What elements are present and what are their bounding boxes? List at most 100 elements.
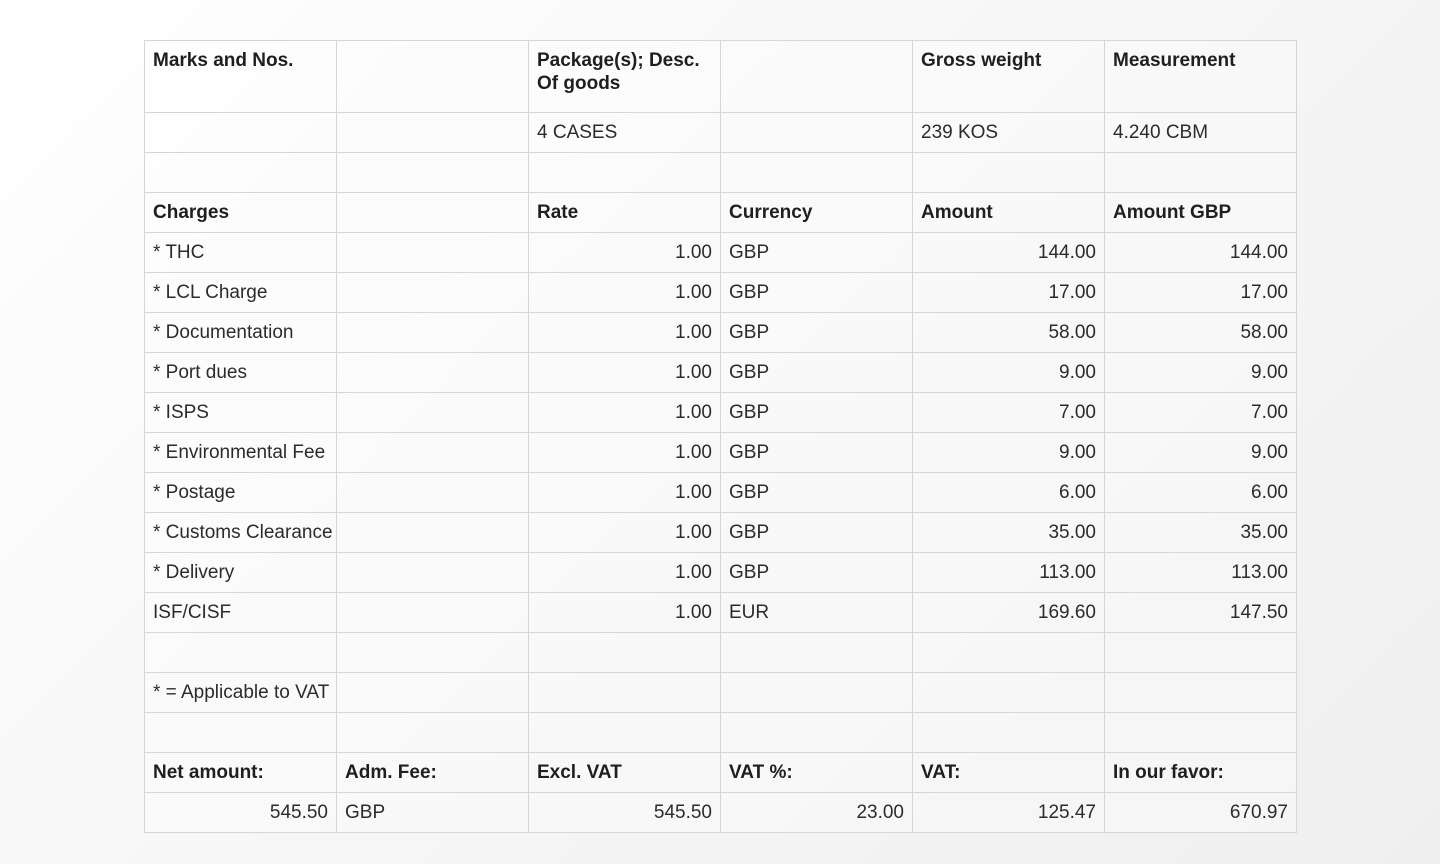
charge-rate: 1.00 <box>528 552 721 593</box>
charge-amount-gbp: 6.00 <box>1104 472 1297 513</box>
invoice-sheet: Marks and Nos. Package(s); Desc. Of good… <box>144 40 1297 833</box>
packages-value: 4 CASES <box>528 112 721 153</box>
empty-cell <box>336 312 529 353</box>
vat-header: VAT: <box>912 752 1105 793</box>
net-amount-header: Net amount: <box>144 752 337 793</box>
amount-gbp-header: Amount GBP <box>1104 192 1297 233</box>
charge-amount: 6.00 <box>912 472 1105 513</box>
charge-currency: EUR <box>720 592 913 633</box>
charge-name: * Postage <box>144 472 337 513</box>
charge-rate: 1.00 <box>528 432 721 473</box>
charge-amount: 9.00 <box>912 432 1105 473</box>
vat-value: 125.47 <box>912 792 1105 833</box>
vat-note: * = Applicable to VAT <box>144 672 337 713</box>
measurement-value: 4.240 CBM <box>1104 112 1297 153</box>
empty-cell <box>336 112 529 153</box>
vat-percent-header: VAT %: <box>720 752 913 793</box>
charge-rate: 1.00 <box>528 312 721 353</box>
amount-header: Amount <box>912 192 1105 233</box>
net-amount-value: 545.50 <box>144 792 337 833</box>
charge-amount-gbp: 9.00 <box>1104 352 1297 393</box>
measurement-header: Measurement <box>1104 40 1297 113</box>
charge-amount-gbp: 144.00 <box>1104 232 1297 273</box>
charge-currency: GBP <box>720 472 913 513</box>
empty-cell <box>336 552 529 593</box>
charge-rate: 1.00 <box>528 232 721 273</box>
empty-cell <box>336 272 529 313</box>
charge-currency: GBP <box>720 312 913 353</box>
invoice-table: Marks and Nos. Package(s); Desc. Of good… <box>144 40 1297 833</box>
charge-amount-gbp: 147.50 <box>1104 592 1297 633</box>
charge-amount-gbp: 9.00 <box>1104 432 1297 473</box>
shipment-header-row: Marks and Nos. Package(s); Desc. Of good… <box>144 40 1297 113</box>
empty-cell <box>336 592 529 633</box>
charge-amount: 9.00 <box>912 352 1105 393</box>
marks-header: Marks and Nos. <box>144 40 337 113</box>
charge-currency: GBP <box>720 352 913 393</box>
empty-cell <box>720 40 913 113</box>
charge-currency: GBP <box>720 392 913 433</box>
charge-name: * Environmental Fee <box>144 432 337 473</box>
charge-currency: GBP <box>720 232 913 273</box>
in-our-favor-value: 670.97 <box>1104 792 1297 833</box>
empty-cell <box>336 432 529 473</box>
charge-name: ISF/CISF <box>144 592 337 633</box>
charge-amount: 17.00 <box>912 272 1105 313</box>
in-our-favor-header: In our favor: <box>1104 752 1297 793</box>
charge-amount-gbp: 35.00 <box>1104 512 1297 553</box>
vat-note-row: * = Applicable to VAT <box>144 672 1297 713</box>
empty-cell <box>336 232 529 273</box>
vat-percent-value: 23.00 <box>720 792 913 833</box>
charge-rate: 1.00 <box>528 392 721 433</box>
excl-vat-header: Excl. VAT <box>528 752 721 793</box>
charge-row: * Port dues 1.00 GBP 9.00 9.00 <box>144 352 1297 393</box>
shipment-values-row: 4 CASES 239 KOS 4.240 CBM <box>144 112 1297 153</box>
charge-amount-gbp: 7.00 <box>1104 392 1297 433</box>
charge-name: * Customs Clearance <box>144 512 337 553</box>
charge-name: * Documentation <box>144 312 337 353</box>
charge-currency: GBP <box>720 432 913 473</box>
charge-amount: 35.00 <box>912 512 1105 553</box>
currency-header: Currency <box>720 192 913 233</box>
charge-row: ISF/CISF 1.00 EUR 169.60 147.50 <box>144 592 1297 633</box>
charge-amount-gbp: 17.00 <box>1104 272 1297 313</box>
charge-row: * LCL Charge 1.00 GBP 17.00 17.00 <box>144 272 1297 313</box>
empty-cell <box>336 40 529 113</box>
charge-amount-gbp: 113.00 <box>1104 552 1297 593</box>
empty-cell <box>336 512 529 553</box>
charge-currency: GBP <box>720 552 913 593</box>
charge-amount: 58.00 <box>912 312 1105 353</box>
charge-amount: 169.60 <box>912 592 1105 633</box>
charge-row: * Postage 1.00 GBP 6.00 6.00 <box>144 472 1297 513</box>
charge-rate: 1.00 <box>528 272 721 313</box>
empty-cell <box>336 192 529 233</box>
empty-cell <box>336 352 529 393</box>
charge-amount: 7.00 <box>912 392 1105 433</box>
gross-weight-value: 239 KOS <box>912 112 1105 153</box>
charge-row: * Documentation 1.00 GBP 58.00 58.00 <box>144 312 1297 353</box>
charge-name: * Port dues <box>144 352 337 393</box>
adm-fee-value: GBP <box>336 792 529 833</box>
packages-header: Package(s); Desc. Of goods <box>528 40 721 113</box>
charge-currency: GBP <box>720 272 913 313</box>
totals-header-row: Net amount: Adm. Fee: Excl. VAT VAT %: V… <box>144 752 1297 793</box>
charge-row: * ISPS 1.00 GBP 7.00 7.00 <box>144 392 1297 433</box>
charge-amount: 144.00 <box>912 232 1105 273</box>
charge-name: * LCL Charge <box>144 272 337 313</box>
charge-name: * THC <box>144 232 337 273</box>
charge-row: * Delivery 1.00 GBP 113.00 113.00 <box>144 552 1297 593</box>
gross-weight-header: Gross weight <box>912 40 1105 113</box>
charges-header: Charges <box>144 192 337 233</box>
charge-row: * Customs Clearance 1.00 GBP 35.00 35.00 <box>144 512 1297 553</box>
charges-header-row: Charges Rate Currency Amount Amount GBP <box>144 192 1297 233</box>
charge-amount-gbp: 58.00 <box>1104 312 1297 353</box>
charge-rate: 1.00 <box>528 512 721 553</box>
charge-amount: 113.00 <box>912 552 1105 593</box>
totals-values-row: 545.50 GBP 545.50 23.00 125.47 670.97 <box>144 792 1297 833</box>
charge-rate: 1.00 <box>528 352 721 393</box>
empty-cell <box>144 112 337 153</box>
excl-vat-value: 545.50 <box>528 792 721 833</box>
empty-cell <box>336 472 529 513</box>
empty-cell <box>720 112 913 153</box>
charge-rate: 1.00 <box>528 472 721 513</box>
